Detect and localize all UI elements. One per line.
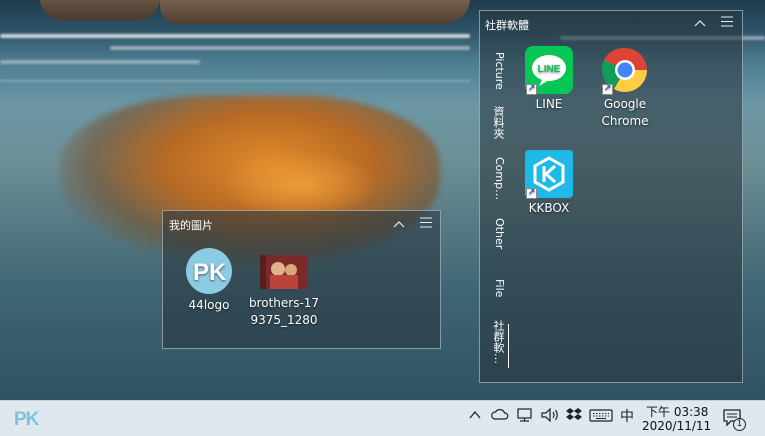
desktop-item-44logo[interactable]: PK 44logo (179, 247, 239, 314)
network-icon[interactable] (516, 407, 534, 428)
fence-pictures[interactable]: 我的圖片 PK 44logo brothers-17 9375_1280 (162, 210, 441, 349)
rock-formation-left (40, 0, 160, 20)
tab-other[interactable]: Other (482, 218, 506, 249)
desktop-item-kkbox[interactable]: ↗ KKBOX (520, 150, 578, 217)
shortcut-arrow-icon: ↗ (526, 84, 537, 95)
item-label: KKBOX (528, 201, 570, 215)
wave-line (110, 46, 470, 50)
photo-thumbnail-icon (260, 255, 308, 289)
notification-center-icon[interactable]: 1 (722, 408, 746, 432)
item-label-line2: Chrome (601, 114, 649, 128)
desktop-item-line[interactable]: LINE ↗ LINE (520, 46, 578, 113)
hamburger-menu-icon[interactable] (721, 16, 733, 31)
fence-social[interactable]: 社群軟體 Picture 資料夾 Comp… Other File 社群軟… L… (479, 10, 743, 383)
chevron-up-icon[interactable] (694, 17, 706, 31)
desktop-item-google-chrome[interactable]: ↗ Google Chrome (593, 46, 657, 130)
item-label-line2: 9375_1280 (250, 313, 318, 327)
tab-folder[interactable]: 資料夾 (482, 106, 506, 139)
volume-icon[interactable] (540, 407, 560, 428)
item-label: LINE (535, 97, 563, 111)
clock-date[interactable]: 2020/11/11 (642, 419, 711, 433)
tab-file[interactable]: File (482, 279, 506, 297)
svg-text:LINE: LINE (538, 64, 561, 75)
keyboard-icon[interactable] (589, 407, 613, 428)
pk-logo: PK (14, 409, 39, 430)
chevron-up-icon[interactable] (393, 218, 405, 232)
taskbar: PK 中 下午 03:38 2020/11/11 1 (0, 400, 765, 436)
wave-line (0, 34, 470, 38)
rock-formation-right (160, 0, 470, 24)
wave-line (0, 80, 470, 82)
active-tab-indicator (508, 324, 509, 368)
clock-time[interactable]: 下午 03:38 (646, 403, 708, 420)
dropbox-icon[interactable] (565, 407, 583, 428)
fence-title: 我的圖片 (169, 219, 213, 232)
onedrive-cloud-icon[interactable] (491, 407, 509, 428)
wave-line (0, 60, 200, 64)
notification-count-badge: 1 (733, 418, 746, 431)
ime-indicator[interactable]: 中 (620, 408, 634, 426)
fence-title: 社群軟體 (485, 19, 529, 32)
tab-picture[interactable]: Picture (482, 52, 506, 90)
shortcut-arrow-icon: ↗ (526, 188, 537, 199)
desktop-item-brothers-photo[interactable]: brothers-17 9375_1280 (243, 247, 325, 329)
item-label-line1: brothers-17 (248, 296, 320, 310)
item-label: 44logo (188, 298, 230, 312)
shortcut-arrow-icon: ↗ (602, 84, 613, 95)
svg-text:PK: PK (193, 259, 227, 286)
tab-computer[interactable]: Comp… (482, 157, 506, 200)
pk-logo-image-icon: PK (186, 248, 232, 294)
item-label-line1: Google (603, 97, 647, 111)
tab-social[interactable]: 社群軟… (482, 320, 506, 364)
hamburger-menu-icon[interactable] (420, 217, 432, 232)
chevron-up-icon[interactable] (469, 407, 481, 428)
